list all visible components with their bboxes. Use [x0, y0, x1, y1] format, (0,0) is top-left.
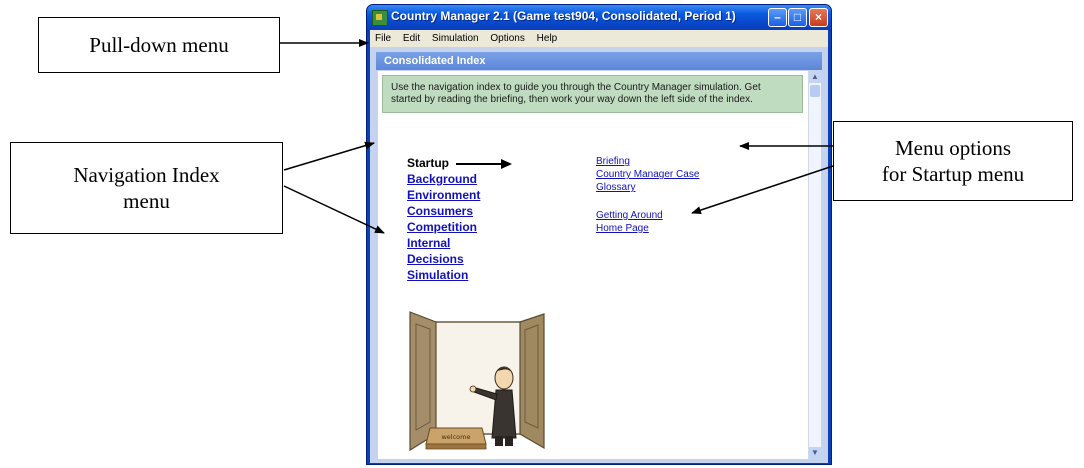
callout-menu-options: Menu options for Startup menu [833, 121, 1073, 201]
nav-arrow-upper-icon [283, 141, 375, 171]
title-bar[interactable]: Country Manager 2.1 (Game test904, Conso… [367, 5, 831, 30]
option-getting-around[interactable]: Getting Around [596, 210, 663, 221]
menu-options[interactable]: Options [490, 33, 524, 44]
scrollbar-thumb[interactable] [810, 85, 820, 97]
minimize-button[interactable]: – [768, 8, 787, 27]
nav-item-internal[interactable]: Internal [407, 236, 450, 250]
menu-help[interactable]: Help [537, 33, 558, 44]
nav-item-background[interactable]: Background [407, 172, 477, 186]
app-icon[interactable] [372, 10, 388, 26]
nav-item-startup[interactable]: Startup [407, 156, 449, 170]
callout-text-line2: for Startup menu [881, 162, 1025, 186]
menu-file[interactable]: File [375, 33, 391, 44]
callout-text-line2: menu [123, 189, 170, 213]
intro-text: Use the navigation index to guide you th… [391, 82, 761, 105]
option-briefing[interactable]: Briefing [596, 156, 630, 167]
callout-text-line1: Navigation Index [73, 163, 220, 187]
option-home-page[interactable]: Home Page [596, 223, 649, 234]
index-content: Use the navigation index to guide you th… [378, 71, 808, 459]
option-glossary[interactable]: Glossary [596, 182, 635, 193]
callout-text-line1: Menu options [894, 136, 1012, 160]
nav-item-simulation[interactable]: Simulation [407, 268, 468, 282]
vertical-scrollbar[interactable]: ▲ ▼ [808, 71, 821, 459]
intro-box: Use the navigation index to guide you th… [382, 75, 803, 113]
scroll-up-icon[interactable]: ▲ [809, 71, 821, 83]
menu-simulation[interactable]: Simulation [432, 33, 479, 44]
scroll-down-icon[interactable]: ▼ [809, 447, 821, 459]
close-button[interactable]: × [809, 8, 828, 27]
app-window: Country Manager 2.1 (Game test904, Conso… [366, 4, 832, 465]
mat-text: welcome [441, 433, 470, 441]
callout-navigation-index: Navigation Index menu [10, 142, 283, 234]
client-area: Consolidated Index Use the navigation in… [370, 47, 828, 463]
welcome-illustration: welcome [409, 311, 545, 452]
option-country-manager-case[interactable]: Country Manager Case [596, 169, 699, 180]
nav-item-competition[interactable]: Competition [407, 220, 477, 234]
nav-item-decisions[interactable]: Decisions [407, 252, 464, 266]
maximize-button[interactable]: □ [788, 8, 807, 27]
nav-item-environment[interactable]: Environment [407, 188, 480, 202]
callout-pulldown-menu: Pull-down menu [38, 17, 280, 73]
startup-arrow-icon [456, 159, 512, 169]
window-title: Country Manager 2.1 (Game test904, Conso… [391, 9, 736, 23]
panel-header: Consolidated Index [376, 52, 822, 70]
menu-edit[interactable]: Edit [403, 33, 420, 44]
menu-bar: File Edit Simulation Options Help [370, 30, 828, 47]
nav-item-consumers[interactable]: Consumers [407, 204, 473, 218]
callout-text: Pull-down menu [89, 33, 229, 57]
